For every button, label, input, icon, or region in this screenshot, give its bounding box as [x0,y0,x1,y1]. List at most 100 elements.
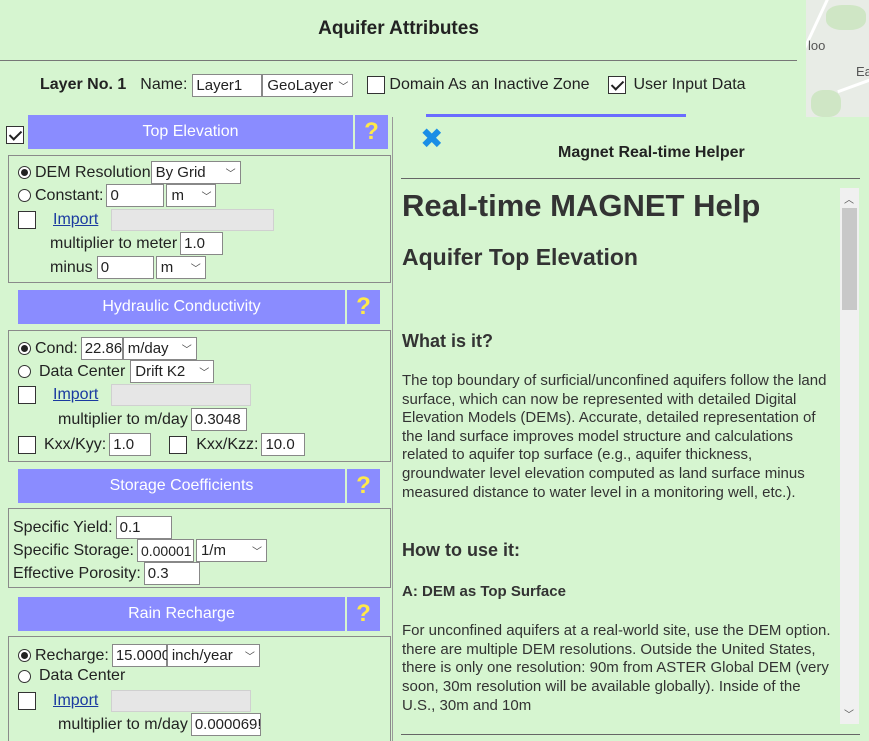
minus-label: minus [50,258,93,276]
dem-resolution-select[interactable]: By Grid ﹀ [150,161,241,184]
constant-radio[interactable] [18,189,31,202]
porosity-row: Effective Porosity: 0.3 [13,562,200,585]
anisotropy-row: Kxx/Kyy: 1.0 Kxx/Kzz: 10.0 [18,433,306,456]
hydraulic-datacenter-select[interactable]: Drift K2 ﹀ [130,360,215,383]
cond-input[interactable]: 22.86 [80,337,123,360]
map-preview[interactable]: loo Ea [806,0,869,117]
hydraulic-import-row: Import [18,384,252,406]
recharge-input[interactable]: 15.0000 [111,644,170,667]
inactive-zone-label: Domain As an Inactive Zone [389,76,590,93]
minus-row: minus 0 m ﹀ [50,256,206,279]
chevron-down-icon: ﹀ [251,547,262,558]
hydraulic-datacenter-radio[interactable] [18,365,31,378]
recharge-help-button[interactable]: ? [347,597,380,631]
minus-unit-select[interactable]: m ﹀ [155,256,206,279]
top-elevation-checkbox[interactable] [6,126,24,145]
minus-unit-value: m [160,259,174,276]
kxkz-checkbox[interactable] [169,435,188,454]
dem-radio[interactable] [18,166,31,179]
kxky-checkbox[interactable] [18,435,36,454]
recharge-multiplier-input[interactable]: 0.000069! [190,713,261,736]
constant-label: Constant: [35,186,104,204]
layer-row: Layer No. 1 Name: Layer1 GeoLayer ﹀ Doma… [40,72,746,98]
dem-label: DEM Resolution [35,163,151,181]
dem-row: DEM Resolution By Grid ﹀ [18,161,241,184]
layer-name-label: Name: [140,76,188,93]
storage-header[interactable]: Storage Coefficients [18,469,345,503]
hydraulic-import-file-field[interactable] [111,384,252,406]
yield-input[interactable]: 0.1 [115,516,172,539]
cond-unit-select[interactable]: m/day ﹀ [122,337,197,360]
hydraulic-datacenter-label: Data Center [39,362,126,380]
recharge-unit-select[interactable]: inch/year ﹀ [166,644,260,667]
recharge-import-checkbox[interactable] [18,692,36,710]
import-file-field[interactable] [111,209,275,231]
hydraulic-multiplier-input[interactable]: 0.3048 [190,408,247,431]
helper-content[interactable]: Real-time MAGNET Help Aquifer Top Elevat… [402,184,834,724]
recharge-import-file-field[interactable] [111,690,252,712]
user-input-checkbox[interactable] [607,76,626,94]
what-text: The top boundary of surficial/unconfined… [402,372,827,501]
map-label: loo [808,38,826,53]
hydraulic-multiplier-label: multiplier to m/day [58,410,188,428]
recharge-radio[interactable] [18,649,31,662]
recharge-label: Recharge: [35,646,109,664]
layer-name-input[interactable]: Layer1 [192,73,263,97]
recharge-datacenter-label: Data Center [39,667,126,684]
cond-radio[interactable] [18,342,31,355]
help-subheading: Aquifer Top Elevation [402,244,638,270]
divider [401,734,860,735]
hydraulic-datacenter-row: Data Center Drift K2 ﹀ [18,360,215,383]
kxky-input[interactable]: 1.0 [109,433,152,456]
hydraulic-multiplier-row: multiplier to m/day 0.3048 [58,408,247,431]
storage-help-button[interactable]: ? [347,469,380,503]
how-heading: How to use it: [402,540,520,561]
chevron-down-icon[interactable]: ﹀ [844,706,854,721]
close-icon[interactable]: ✖ [420,122,443,155]
constant-unit-select[interactable]: m ﹀ [166,184,217,207]
recharge-unit-value: inch/year [171,647,233,664]
specific-storage-unit-select[interactable]: 1/m ﹀ [195,539,267,562]
constant-input[interactable]: 0 [106,184,165,207]
specific-storage-row: Specific Storage: 0.00001 1/m ﹀ [13,539,267,562]
hydraulic-import-link[interactable]: Import [53,386,98,404]
minus-input[interactable]: 0 [96,256,154,279]
hydraulic-help-button[interactable]: ? [347,290,380,324]
top-elevation-header[interactable]: Top Elevation [28,115,353,149]
chevron-down-icon: ﹀ [181,345,192,356]
top-elevation-help-button[interactable]: ? [355,115,388,149]
hydraulic-header[interactable]: Hydraulic Conductivity [18,290,345,324]
layer-type-select[interactable]: GeoLayer ﹀ [262,73,354,97]
inactive-zone-checkbox[interactable] [367,76,386,94]
specific-storage-unit-value: 1/m [200,542,226,559]
layer-type-value: GeoLayer [267,76,334,94]
chevron-up-icon[interactable]: ︿ [844,191,854,206]
divider [0,60,797,61]
multiplier-row: multiplier to meter 1.0 [50,232,224,255]
kxky-label: Kxx/Kyy: [44,435,107,453]
import-checkbox[interactable] [18,211,36,229]
recharge-datacenter-radio[interactable] [18,669,31,683]
recharge-row: Recharge: 15.0000 inch/year ﹀ [18,644,260,667]
cond-row: Cond: 22.86 m/day ﹀ [18,337,197,360]
import-row: Import [18,209,275,231]
yield-row: Specific Yield: 0.1 [13,516,172,539]
specific-storage-input[interactable]: 0.00001 [136,539,194,562]
helper-scrollbar[interactable]: ︿ ﹀ [840,188,859,724]
chevron-down-icon: ﹀ [338,81,349,93]
layer-number-label: Layer No. 1 [40,76,127,93]
map-label: Ea [856,64,869,79]
cond-unit-value: m/day [127,340,169,357]
helper-title: Magnet Real-time Helper [558,144,745,161]
multiplier-input[interactable]: 1.0 [180,232,224,255]
porosity-input[interactable]: 0.3 [143,562,200,585]
specific-storage-label: Specific Storage: [13,541,134,559]
kxkz-input[interactable]: 10.0 [261,433,306,456]
chevron-down-icon: ﹀ [190,264,201,275]
recharge-import-link[interactable]: Import [53,692,98,710]
scrollbar-thumb[interactable] [842,208,857,310]
dem-resolution-value: By Grid [155,164,206,181]
import-link[interactable]: Import [53,211,98,229]
recharge-header[interactable]: Rain Recharge [18,597,345,631]
hydraulic-import-checkbox[interactable] [18,386,36,404]
